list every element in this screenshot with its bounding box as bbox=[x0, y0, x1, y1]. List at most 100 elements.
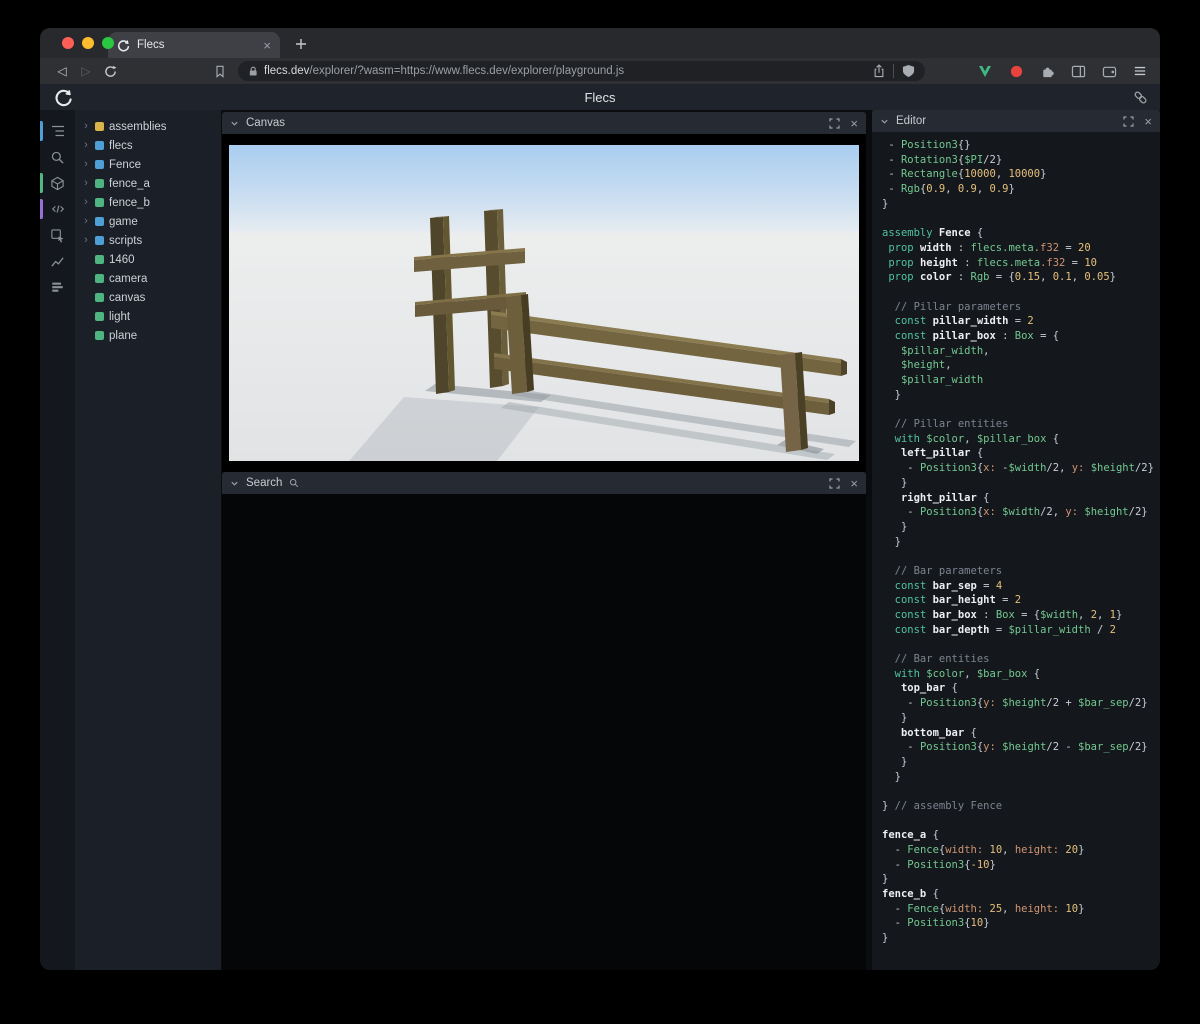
code-line: // Pillar entities bbox=[882, 418, 1009, 431]
tree-item[interactable]: 1460 bbox=[75, 250, 221, 269]
tree-item[interactable]: plane bbox=[75, 326, 221, 345]
url-path: /explorer/?wasm=https://www.flecs.dev/ex… bbox=[309, 65, 625, 77]
tree-item[interactable]: › flecs bbox=[75, 136, 221, 155]
expand-chevron-icon[interactable]: › bbox=[82, 121, 90, 132]
extensions-button[interactable] bbox=[1037, 61, 1057, 81]
tree-item[interactable]: › fence_b bbox=[75, 193, 221, 212]
chevron-down-icon bbox=[231, 121, 238, 126]
inspect-panel-button[interactable] bbox=[40, 222, 75, 248]
share-icon[interactable] bbox=[873, 64, 885, 78]
canvas-panel: Canvas × bbox=[222, 112, 866, 472]
tree-item[interactable]: camera bbox=[75, 269, 221, 288]
expand-chevron-icon[interactable]: › bbox=[82, 197, 90, 208]
code-line: } bbox=[882, 932, 889, 945]
new-tab-button[interactable] bbox=[288, 31, 314, 57]
fullscreen-icon[interactable] bbox=[1123, 115, 1135, 127]
forward-button[interactable]: ▷ bbox=[74, 60, 98, 82]
window-controls bbox=[62, 37, 114, 49]
tree-item[interactable]: › game bbox=[75, 212, 221, 231]
code-line: - Rotation3{$PI/2} bbox=[882, 153, 1003, 166]
code-line: prop height : flecs.meta.f32 = 10 bbox=[888, 256, 1097, 269]
entity-label: light bbox=[109, 310, 131, 323]
canvas-3d-scene[interactable] bbox=[229, 145, 859, 461]
search-results-area[interactable] bbox=[222, 494, 866, 970]
editor-panel-controls: × bbox=[1123, 115, 1152, 128]
canvas-panel-header[interactable]: Canvas × bbox=[222, 112, 866, 134]
entity-kind-square bbox=[95, 331, 104, 340]
expand-chevron-icon[interactable]: › bbox=[82, 178, 90, 189]
browser-toolbar: ◁ ▷ flecs.dev/explorer/?wasm=https://www… bbox=[40, 58, 1160, 84]
tree-item[interactable]: › Fence bbox=[75, 155, 221, 174]
entity-tree-panel-button[interactable] bbox=[40, 118, 75, 144]
entity-kind-square bbox=[95, 236, 104, 245]
vue-extension-button[interactable] bbox=[975, 61, 995, 81]
tree-item[interactable]: › assemblies bbox=[75, 117, 221, 136]
code-line: } bbox=[882, 197, 889, 210]
close-icon[interactable]: × bbox=[1144, 115, 1152, 128]
canvas-panel-button[interactable] bbox=[40, 170, 75, 196]
search-panel-button[interactable] bbox=[40, 144, 75, 170]
close-icon[interactable]: × bbox=[850, 117, 858, 130]
search-panel-title: Search bbox=[246, 477, 283, 489]
minimize-window-button[interactable] bbox=[82, 37, 94, 49]
code-line: with $color, $bar_box { bbox=[894, 667, 1041, 680]
code-line: - Position3{-10} bbox=[882, 858, 996, 871]
entity-label: assemblies bbox=[109, 120, 167, 133]
share-link-button[interactable] bbox=[1133, 90, 1148, 105]
sidebar-icon bbox=[1071, 65, 1085, 77]
code-line: const bar_sep = 4 bbox=[894, 579, 1003, 592]
tab-strip: Flecs × bbox=[40, 28, 1160, 58]
editor-code[interactable]: - Position3{} - Rotation3{$PI/2} - Recta… bbox=[872, 132, 1160, 970]
entity-label: flecs bbox=[109, 139, 133, 152]
record-extension-icon bbox=[1010, 65, 1022, 77]
bookmark-button[interactable] bbox=[208, 60, 232, 82]
code-line: - Rgb{0.9, 0.9, 0.9} bbox=[882, 183, 1015, 196]
code-line: left_pillar { bbox=[900, 447, 984, 460]
expand-chevron-icon[interactable]: › bbox=[82, 159, 90, 170]
forward-icon: ▷ bbox=[81, 64, 91, 78]
wallet-button[interactable] bbox=[1099, 61, 1119, 81]
editor-panel-button[interactable] bbox=[40, 196, 75, 222]
expand-chevron-icon[interactable]: › bbox=[82, 216, 90, 227]
menu-button[interactable] bbox=[1130, 61, 1150, 81]
fullscreen-icon[interactable] bbox=[829, 117, 841, 129]
reload-button[interactable] bbox=[98, 60, 122, 82]
close-icon[interactable]: × bbox=[850, 477, 858, 490]
tree-item[interactable]: canvas bbox=[75, 288, 221, 307]
sidebar-button[interactable] bbox=[1068, 61, 1088, 81]
search-panel-header[interactable]: Search × bbox=[222, 472, 866, 494]
expand-chevron-icon[interactable]: › bbox=[82, 235, 90, 246]
entity-kind-square bbox=[95, 312, 104, 321]
chevron-down-icon bbox=[231, 481, 238, 486]
url-domain: flecs.dev bbox=[264, 65, 310, 77]
editor-panel-title: Editor bbox=[896, 115, 927, 127]
record-extension-button[interactable] bbox=[1006, 61, 1026, 81]
tree-item[interactable]: light bbox=[75, 307, 221, 326]
address-bar[interactable]: flecs.dev/explorer/?wasm=https://www.fle… bbox=[238, 61, 925, 81]
close-window-button[interactable] bbox=[62, 37, 74, 49]
tree-item[interactable]: › scripts bbox=[75, 231, 221, 250]
entity-label: scripts bbox=[109, 234, 143, 247]
stats-panel-button[interactable] bbox=[40, 274, 75, 300]
code-line: } bbox=[882, 476, 908, 489]
shield-icon[interactable] bbox=[902, 64, 915, 78]
browser-window: Flecs × ◁ ▷ flecs.dev/explorer/?wasm=htt… bbox=[40, 28, 1160, 970]
entity-label: canvas bbox=[109, 291, 146, 304]
back-button[interactable]: ◁ bbox=[50, 60, 74, 82]
code-line: assembly Fence { bbox=[882, 227, 984, 240]
tree-item[interactable]: › fence_a bbox=[75, 174, 221, 193]
chart-panel-button[interactable] bbox=[40, 248, 75, 274]
new-tab-plus-icon bbox=[296, 39, 306, 49]
entity-kind-square bbox=[95, 179, 104, 188]
zoom-window-button[interactable] bbox=[102, 37, 114, 49]
browser-tab[interactable]: Flecs × bbox=[108, 32, 280, 58]
fullscreen-icon[interactable] bbox=[829, 477, 841, 489]
editor-panel-header[interactable]: Editor × bbox=[872, 110, 1160, 132]
code-line: } bbox=[882, 711, 908, 724]
code-line: $height, bbox=[900, 359, 952, 372]
code-line: with $color, $pillar_box { bbox=[894, 432, 1060, 445]
tab-close-icon[interactable]: × bbox=[263, 39, 271, 52]
expand-chevron-icon[interactable]: › bbox=[82, 140, 90, 151]
shield-wrap bbox=[893, 64, 915, 78]
